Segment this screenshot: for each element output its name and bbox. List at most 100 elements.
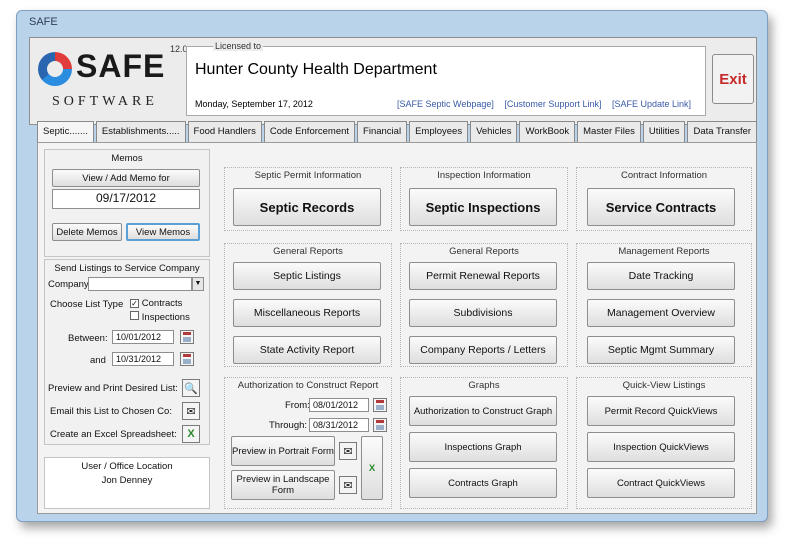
delete-memos-button[interactable]: Delete Memos xyxy=(52,223,122,241)
calendar-icon[interactable] xyxy=(180,352,194,366)
tab-workbook[interactable]: WorkBook xyxy=(519,121,576,143)
septic-panel: Memos View / Add Memo for 09/17/2012 Del… xyxy=(37,142,757,514)
excel-icon[interactable]: X xyxy=(361,436,383,500)
calendar-icon[interactable] xyxy=(373,398,387,412)
tab-financial[interactable]: Financial xyxy=(357,121,408,143)
license-box: Licensed to Hunter County Health Departm… xyxy=(186,41,706,116)
tab-data-transfer[interactable]: Data Transfer xyxy=(687,121,758,143)
contract-info-title: Contract Information xyxy=(620,170,708,181)
listings-section: Send Listings to Service Company Company… xyxy=(44,259,210,445)
update-link[interactable]: [SAFE Update Link] xyxy=(612,99,691,109)
from-label: From: xyxy=(285,400,310,411)
management-reports-title: Management Reports xyxy=(618,246,710,257)
location-section: User / Office Location Jon Denney xyxy=(44,457,210,509)
list-type-label: Choose List Type xyxy=(50,299,124,310)
inspection-info-title: Inspection Information xyxy=(437,170,531,181)
chevron-down-icon[interactable]: ▼ xyxy=(192,277,204,291)
contract-quickviews-button[interactable]: Contract QuickViews xyxy=(587,468,735,498)
email-icon[interactable]: ✉ xyxy=(339,476,357,494)
company-label: Company: xyxy=(48,279,92,290)
view-add-memo-button[interactable]: View / Add Memo for xyxy=(52,169,200,187)
company-select[interactable] xyxy=(88,277,192,291)
current-date: Monday, September 17, 2012 xyxy=(195,99,313,109)
customer-support-link[interactable]: [Customer Support Link] xyxy=(504,99,601,109)
septic-records-button[interactable]: Septic Records xyxy=(233,188,381,226)
quickview-group: Quick-View Listings Permit Record QuickV… xyxy=(576,377,752,509)
memos-title: Memos xyxy=(111,153,143,164)
window-title: SAFE xyxy=(29,16,58,28)
excel-label: Create an Excel Spreadsheet: xyxy=(50,429,177,440)
logo-version: 12.0 xyxy=(170,44,188,54)
and-date-field[interactable]: 10/31/2012 xyxy=(112,352,174,366)
management-reports-group: Management Reports Date Tracking Managem… xyxy=(576,243,752,367)
tab-master-files[interactable]: Master Files xyxy=(577,121,641,143)
tab-employees[interactable]: Employees xyxy=(409,121,469,143)
company-reports-letters-button[interactable]: Company Reports / Letters xyxy=(409,336,557,364)
tab-utilities[interactable]: Utilities xyxy=(642,121,686,143)
memos-section: Memos View / Add Memo for 09/17/2012 Del… xyxy=(44,149,210,257)
inspections-checkbox[interactable] xyxy=(130,311,139,320)
inspections-label: Inspections xyxy=(141,312,190,323)
graphs-title: Graphs xyxy=(468,380,500,391)
general-reports-group-2: General Reports Permit Renewal Reports S… xyxy=(400,243,568,367)
preview-print-label: Preview and Print Desired List: xyxy=(48,383,178,394)
calendar-icon[interactable] xyxy=(180,330,194,344)
miscellaneous-reports-button[interactable]: Miscellaneous Reports xyxy=(233,299,381,327)
septic-permit-group: Septic Permit Information Septic Records xyxy=(224,167,392,231)
date-tracking-button[interactable]: Date Tracking xyxy=(587,262,735,290)
inspections-graph-button[interactable]: Inspections Graph xyxy=(409,432,557,462)
preview-landscape-button[interactable]: Preview in Landscape Form xyxy=(231,470,335,500)
user-name: Jon Denney xyxy=(101,475,153,486)
permit-renewal-reports-button[interactable]: Permit Renewal Reports xyxy=(409,262,557,290)
septic-webpage-link[interactable]: [SAFE Septic Webpage] xyxy=(397,99,494,109)
preview-portrait-button[interactable]: Preview in Portrait Form xyxy=(231,436,335,466)
septic-inspections-button[interactable]: Septic Inspections xyxy=(409,188,557,226)
tab-vehicles[interactable]: Vehicles xyxy=(470,121,518,143)
between-label: Between: xyxy=(68,333,108,344)
location-title: User / Office Location xyxy=(81,461,173,472)
quickview-title: Quick-View Listings xyxy=(622,380,706,391)
safe-logo-icon xyxy=(38,52,72,86)
tab-establishments[interactable]: Establishments..... xyxy=(95,121,186,143)
general-reports-title-2: General Reports xyxy=(449,246,519,257)
permit-record-quickviews-button[interactable]: Permit Record QuickViews xyxy=(587,396,735,426)
contract-info-group: Contract Information Service Contracts xyxy=(576,167,752,231)
through-date-field[interactable]: 08/31/2012 xyxy=(309,418,369,432)
septic-listings-button[interactable]: Septic Listings xyxy=(233,262,381,290)
through-label: Through: xyxy=(269,420,308,431)
subdivisions-button[interactable]: Subdivisions xyxy=(409,299,557,327)
service-contracts-button[interactable]: Service Contracts xyxy=(587,188,735,226)
tab-food-handlers[interactable]: Food Handlers xyxy=(187,121,262,143)
authorization-title: Authorization to Construct Report xyxy=(237,380,379,391)
email-icon[interactable]: ✉ xyxy=(182,402,200,420)
email-icon[interactable]: ✉ xyxy=(339,442,357,460)
calendar-icon[interactable] xyxy=(373,418,387,432)
authorization-group: Authorization to Construct Report From: … xyxy=(224,377,392,509)
state-activity-report-button[interactable]: State Activity Report xyxy=(233,336,381,364)
print-preview-icon[interactable]: 🔍 xyxy=(182,379,200,397)
view-memos-button[interactable]: View Memos xyxy=(126,223,200,241)
header: SAFE 12.0 SOFTWARE Licensed to Hunter Co… xyxy=(29,37,757,125)
septic-permit-title: Septic Permit Information xyxy=(254,170,362,181)
general-reports-group-1: General Reports Septic Listings Miscella… xyxy=(224,243,392,367)
header-links: [SAFE Septic Webpage] [Customer Support … xyxy=(397,99,699,109)
logo-subtitle: SOFTWARE xyxy=(52,94,158,109)
exit-button[interactable]: Exit xyxy=(712,54,754,104)
between-date-field[interactable]: 10/01/2012 xyxy=(112,330,174,344)
contracts-graph-button[interactable]: Contracts Graph xyxy=(409,468,557,498)
memo-date-field[interactable]: 09/17/2012 xyxy=(52,189,200,209)
inspection-info-group: Inspection Information Septic Inspection… xyxy=(400,167,568,231)
contracts-checkbox[interactable]: ✓ xyxy=(130,299,139,308)
app-window: SAFE SAFE 12.0 SOFTWARE Licensed to Hunt… xyxy=(16,10,768,522)
from-date-field[interactable]: 08/01/2012 xyxy=(309,398,369,412)
septic-mgmt-summary-button[interactable]: Septic Mgmt Summary xyxy=(587,336,735,364)
inspection-quickviews-button[interactable]: Inspection QuickViews xyxy=(587,432,735,462)
tab-code-enforcement[interactable]: Code Enforcement xyxy=(263,121,356,143)
authorization-graph-button[interactable]: Authorization to Construct Graph xyxy=(409,396,557,426)
excel-icon[interactable]: X xyxy=(182,425,200,443)
organization-name: Hunter County Health Department xyxy=(195,61,437,78)
logo-text: SAFE xyxy=(76,48,166,84)
licensed-to-label: Licensed to xyxy=(213,41,264,51)
management-overview-button[interactable]: Management Overview xyxy=(587,299,735,327)
graphs-group: Graphs Authorization to Construct Graph … xyxy=(400,377,568,509)
